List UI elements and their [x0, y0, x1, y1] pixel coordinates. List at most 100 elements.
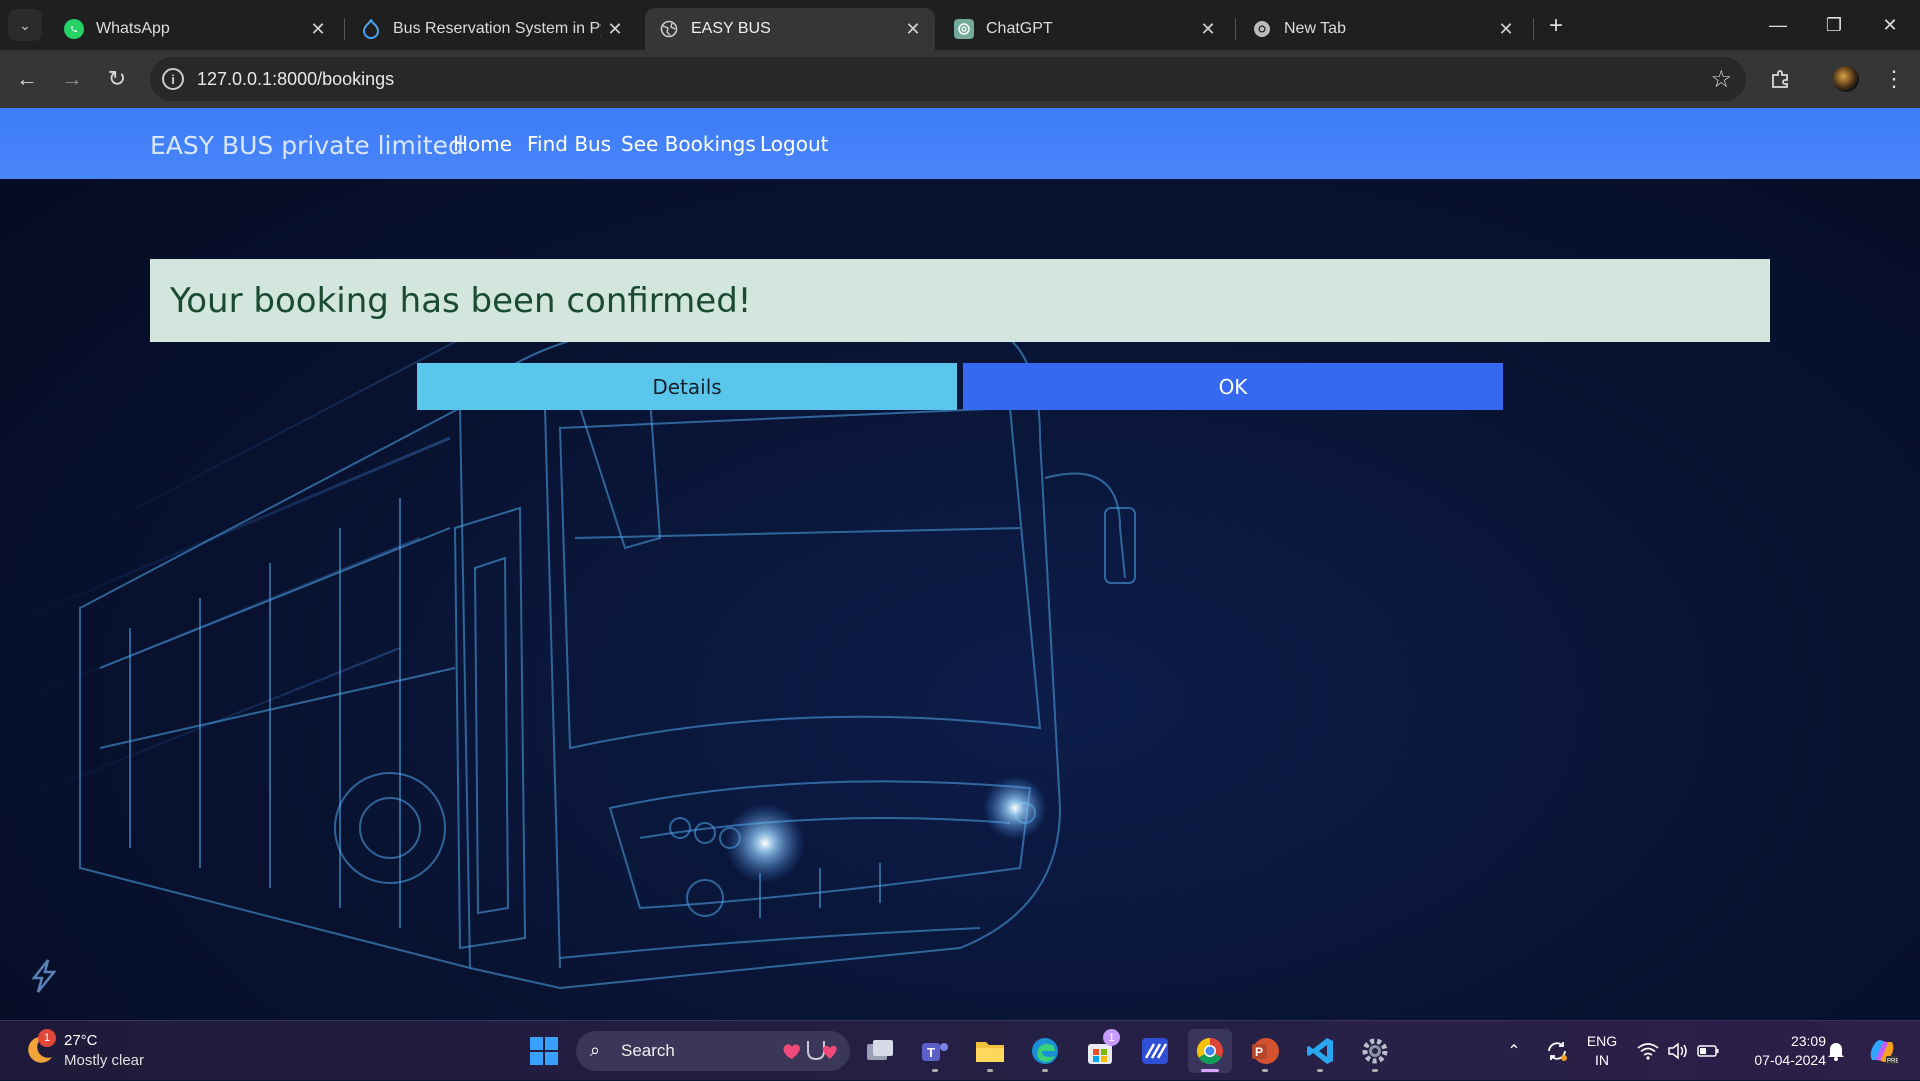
drupal-icon [361, 19, 381, 39]
chrome-icon [1196, 1037, 1223, 1065]
wifi-button[interactable] [1634, 1021, 1662, 1081]
close-tab-icon[interactable]: ✕ [601, 19, 629, 40]
close-window-button[interactable]: ✕ [1862, 0, 1918, 50]
tab-title: New Tab [1284, 20, 1346, 37]
tab-title: ChatGPT [986, 20, 1053, 37]
show-hidden-icons-button[interactable]: ⌃ [1500, 1021, 1528, 1081]
site-navbar: EASY BUS private limited Home Find Bus S… [0, 108, 1920, 179]
app-launcher[interactable] [1133, 1029, 1177, 1073]
close-tab-icon[interactable]: ✕ [899, 19, 927, 40]
whatsapp-icon [64, 19, 84, 39]
vscode-icon [1307, 1038, 1333, 1064]
close-tab-icon[interactable]: ✕ [1194, 19, 1222, 40]
puzzle-icon [1772, 70, 1788, 88]
copilot-icon: PRE [1870, 1040, 1898, 1065]
minimize-button[interactable]: — [1750, 0, 1806, 50]
site-info-icon[interactable]: i [162, 68, 184, 90]
microsoft-store-app[interactable]: 1 [1078, 1029, 1122, 1073]
url-text[interactable]: 127.0.0.1:8000/bookings [197, 69, 394, 90]
weather-description[interactable]: Mostly clear [64, 1052, 144, 1069]
wifi-icon [1637, 1043, 1659, 1060]
language-indicator[interactable]: ENG IN [1584, 1032, 1620, 1070]
confirmation-message: Your booking has been confirmed! [170, 281, 752, 321]
sync-tray-button[interactable] [1540, 1021, 1574, 1081]
nav-link-find-bus[interactable]: Find Bus [527, 132, 611, 156]
teams-app[interactable]: T [913, 1029, 957, 1073]
bus-wireframe-background [0, 307, 1136, 990]
chevron-up-icon: ⌃ [1507, 1043, 1521, 1060]
close-icon: ✕ [1882, 14, 1898, 35]
edge-app[interactable] [1023, 1029, 1067, 1073]
booking-confirmation-alert: Your booking has been confirmed! [150, 259, 1770, 342]
restore-button[interactable]: ❐ [1806, 0, 1862, 50]
chrome-icon [1252, 19, 1272, 39]
file-explorer-app[interactable] [968, 1029, 1012, 1073]
bell-icon [1828, 1043, 1844, 1061]
volume-button[interactable] [1664, 1021, 1692, 1081]
forward-button[interactable]: → [54, 61, 90, 97]
new-tab-button[interactable]: + [1540, 10, 1572, 42]
copilot-button[interactable]: PRE [1862, 1021, 1902, 1081]
more-vertical-icon: ⋮ [1883, 66, 1905, 91]
nav-link-see-bookings[interactable]: See Bookings [621, 132, 756, 156]
globe-icon [659, 19, 679, 39]
weather-badge: 1 [38, 1029, 56, 1047]
tab-title: EASY BUS [691, 20, 771, 37]
tab-title: WhatsApp [96, 20, 170, 37]
chevron-down-icon: ⌄ [19, 16, 31, 33]
close-tab-icon[interactable]: ✕ [1492, 19, 1520, 40]
battery-button[interactable] [1694, 1021, 1722, 1081]
battery-icon [1697, 1045, 1719, 1057]
close-tab-icon[interactable]: ✕ [304, 19, 332, 40]
powerpoint-icon: P [1252, 1038, 1279, 1064]
svg-text:P: P [1255, 1045, 1263, 1059]
reload-button[interactable]: ↻ [99, 61, 135, 97]
browser-toolbar: ← → ↻ i 127.0.0.1:8000/bookings ☆ ⋮ [0, 50, 1920, 108]
search-label: Search [621, 1041, 675, 1060]
tab-chatgpt[interactable]: ChatGPT ✕ [940, 8, 1230, 50]
weather-temperature[interactable]: 27°C [64, 1032, 98, 1049]
nav-link-home[interactable]: Home [453, 132, 512, 156]
tab-new-tab[interactable]: New Tab ✕ [1238, 8, 1528, 50]
tab-easy-bus[interactable]: EASY BUS ✕ [645, 8, 935, 50]
tab-title: Bus Reservation System in Pyth [393, 20, 601, 37]
clock[interactable]: 23:09 07-04-2024 [1730, 1032, 1826, 1070]
clock-time: 23:09 [1790, 1033, 1826, 1049]
details-button[interactable]: Details [417, 363, 957, 410]
task-view-button[interactable] [858, 1029, 902, 1073]
start-button[interactable] [522, 1029, 566, 1073]
arrow-left-icon: ← [16, 66, 38, 91]
zigzag-app-icon [1142, 1038, 1168, 1064]
address-bar[interactable]: i 127.0.0.1:8000/bookings ☆ [150, 57, 1746, 101]
bookmark-star-icon[interactable]: ☆ [1710, 65, 1732, 94]
extensions-button[interactable] [1763, 61, 1799, 97]
tab-bus-reservation[interactable]: Bus Reservation System in Pyth ✕ [347, 8, 637, 50]
minimize-icon: — [1769, 14, 1787, 35]
chrome-app[interactable] [1188, 1029, 1232, 1073]
profile-button[interactable] [1828, 61, 1864, 97]
task-view-icon [867, 1040, 893, 1060]
gear-icon [1362, 1038, 1388, 1064]
powerpoint-app[interactable]: P [1243, 1029, 1287, 1073]
site-brand[interactable]: EASY BUS private limited [150, 131, 464, 160]
notifications-button[interactable] [1822, 1021, 1850, 1081]
clock-date: 07-04-2024 [1754, 1052, 1826, 1068]
sync-icon [1548, 1042, 1567, 1061]
browser-menu-button[interactable]: ⋮ [1876, 61, 1912, 97]
search-icon: ⌕ [590, 1040, 601, 1060]
app-logo-icon[interactable] [28, 958, 60, 994]
page-content: EASY BUS private limited Home Find Bus S… [0, 108, 1920, 1020]
ok-button[interactable]: OK [963, 363, 1503, 410]
svg-text:T: T [927, 1045, 935, 1060]
nav-link-logout[interactable]: Logout [760, 132, 828, 156]
back-button[interactable]: ← [9, 61, 45, 97]
tab-whatsapp[interactable]: WhatsApp ✕ [50, 8, 340, 50]
taskbar-search[interactable]: ⌕ Search [576, 1031, 850, 1071]
restore-icon: ❐ [1825, 14, 1843, 35]
tab-search-button[interactable]: ⌄ [8, 9, 42, 41]
arrow-right-icon: → [61, 66, 83, 91]
speaker-icon [1668, 1042, 1687, 1060]
settings-app[interactable] [1353, 1029, 1397, 1073]
vscode-app[interactable] [1298, 1029, 1342, 1073]
windows-logo-icon [530, 1037, 558, 1065]
